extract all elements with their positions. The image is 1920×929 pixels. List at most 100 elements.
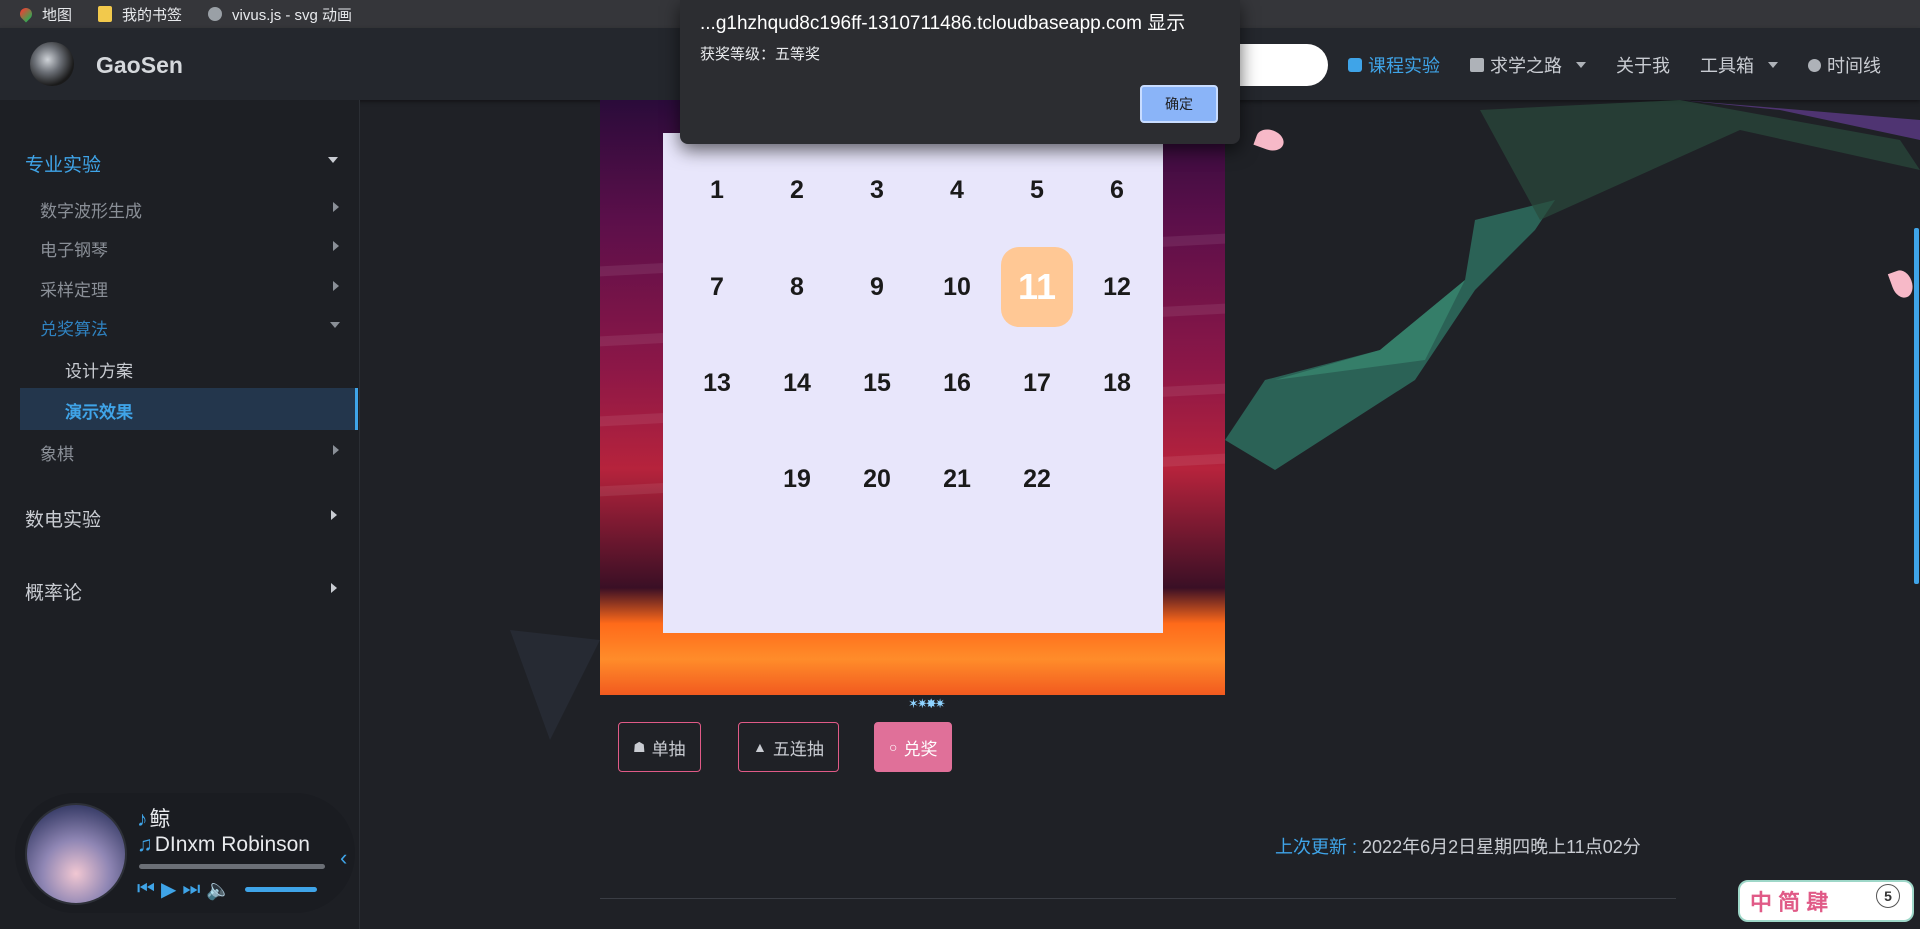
scrollbar[interactable] — [1914, 228, 1919, 584]
badge-number: 5 — [1876, 884, 1900, 908]
bookmark-label: 我的书签 — [122, 6, 183, 24]
lottery-cell: 13 — [703, 368, 731, 397]
search-icon: ○ — [889, 739, 898, 755]
bookmark-label: vivus.js - svg 动画 — [232, 6, 353, 24]
folder-icon — [98, 6, 113, 22]
lottery-cell: 10 — [943, 272, 971, 301]
lottery-cell: 8 — [790, 272, 804, 301]
lottery-cell: 3 — [870, 175, 884, 204]
sidebar-item-lottery[interactable]: 兑奖算法 — [40, 315, 108, 340]
button-label: 单抽 — [651, 739, 686, 759]
song-title: ♪鲸 — [137, 803, 171, 833]
nav-timeline[interactable]: 时间线 — [1808, 52, 1881, 78]
ok-button[interactable]: 确定 — [1140, 85, 1218, 123]
lottery-cell: 16 — [943, 368, 971, 397]
lottery-cell: 17 — [1023, 368, 1051, 397]
decorative-polygons-top — [1480, 100, 1920, 220]
site-title[interactable]: GaoSen — [96, 52, 183, 79]
updated-value: 2022年6月2日星期四晚上11点02分 — [1362, 837, 1641, 857]
chevron-right-icon — [333, 241, 339, 251]
bookmark-map[interactable]: 地图 — [17, 4, 73, 25]
chevron-right-icon — [331, 510, 337, 520]
lottery-cell: 18 — [1103, 368, 1131, 397]
lottery-board: 1 2 3 4 5 6 7 8 9 10 11 12 13 14 15 16 17 18 19 20 21 22 — [663, 133, 1163, 633]
sidebar-item-piano[interactable]: 电子钢琴 — [40, 236, 108, 261]
play-icon[interactable]: ▶ — [161, 877, 176, 902]
lottery-cell: 2 — [790, 175, 804, 204]
nav-label: 课程实验 — [1368, 56, 1440, 76]
lottery-cell: 20 — [863, 464, 891, 493]
previous-icon[interactable]: ⏮ — [137, 878, 155, 901]
map-pin-icon — [17, 5, 35, 23]
nav-toolbox[interactable]: 工具箱 — [1700, 52, 1778, 78]
book-icon — [1470, 58, 1484, 72]
button-label: 五连抽 — [772, 739, 824, 759]
last-updated: 上次更新 : 2022年6月2日星期四晚上11点02分 — [1275, 833, 1641, 859]
redeem-button[interactable]: ○ 兑奖 — [874, 722, 953, 772]
artist-line: ♫DInxm Robinson — [137, 833, 310, 857]
clock-icon — [1808, 58, 1821, 72]
nav-label: 时间线 — [1827, 56, 1881, 76]
player-controls: ⏮ ▶ ⏭ 🔈 — [137, 877, 318, 902]
lottery-cell: 5 — [1030, 175, 1044, 204]
lottery-cell: 7 — [710, 272, 724, 301]
lottery-cell: 19 — [783, 464, 811, 493]
sparkle-icon: ✶✷✸✷ — [908, 696, 946, 711]
sidebar-item-sampling[interactable]: 采样定理 — [40, 276, 108, 301]
sidebar-item-design[interactable]: 设计方案 — [65, 357, 133, 382]
lottery-cell: 12 — [1103, 272, 1131, 301]
artist-name: DInxm Robinson — [154, 833, 310, 856]
sidebar-group-digital-circuits[interactable]: 数电实验 — [25, 505, 101, 532]
chevron-down-icon — [330, 322, 340, 328]
single-draw-button[interactable]: ☗ 单抽 — [618, 722, 701, 772]
lottery-cell: 4 — [950, 175, 964, 204]
music-note-icon: ♪ — [137, 808, 148, 831]
code-icon — [1348, 58, 1362, 72]
bookmark-label: 地图 — [42, 6, 73, 24]
chevron-down-icon — [1576, 62, 1586, 68]
album-cover[interactable] — [25, 803, 127, 905]
nav-label: 工具箱 — [1700, 56, 1754, 76]
rocket-icon: ▲ — [753, 739, 767, 755]
sidebar-group-probability[interactable]: 概率论 — [25, 578, 82, 605]
nav-about[interactable]: 关于我 — [1616, 52, 1670, 78]
avatar[interactable] — [30, 42, 74, 86]
dialog-message: 获奖等级：五等奖 — [700, 46, 821, 63]
sidebar-item-waveform[interactable]: 数字波形生成 — [40, 197, 142, 222]
dialog-title: ...g1hzhqud8c196ff-1310711486.tcloudbase… — [700, 13, 1186, 34]
divider — [600, 898, 1676, 899]
badge-text: 中 简 肆 — [1750, 890, 1829, 915]
chevron-down-icon — [328, 157, 338, 163]
sidebar-group-major-experiments[interactable]: 专业实验 — [25, 150, 101, 177]
sidebar-item-chess[interactable]: 象棋 — [40, 440, 74, 465]
lottery-cell: 15 — [863, 368, 891, 397]
sidebar-item-demo[interactable]: 演示效果 — [65, 398, 133, 423]
nav-label: 关于我 — [1616, 56, 1670, 76]
globe-icon — [208, 7, 223, 21]
music-player: ♪鲸 ♫DInxm Robinson ⏮ ▶ ⏭ 🔈 — [15, 793, 355, 913]
lottery-cell: 14 — [783, 368, 811, 397]
decorative-polygons — [1225, 200, 1555, 470]
corner-badge[interactable]: 中 简 肆 5 — [1738, 880, 1914, 922]
chevron-down-icon — [1768, 62, 1778, 68]
nav-menu: 课程实验 求学之路 关于我 工具箱 时间线 — [1348, 52, 1881, 78]
next-icon[interactable]: ⏭ — [182, 878, 200, 901]
bookmark-folder[interactable]: 我的书签 — [98, 4, 182, 25]
petal-decoration — [1253, 125, 1287, 155]
nav-course-experiments[interactable]: 课程实验 — [1348, 52, 1440, 78]
collapse-player-icon[interactable]: ‹ — [340, 845, 347, 871]
progress-bar[interactable] — [139, 864, 325, 869]
alert-dialog: ...g1hzhqud8c196ff-1310711486.tcloudbase… — [680, 0, 1240, 144]
five-draw-button[interactable]: ▲ 五连抽 — [738, 722, 839, 772]
volume-icon[interactable]: 🔈 — [206, 877, 231, 902]
petal-decoration — [1887, 267, 1917, 301]
lottery-cell: 9 — [870, 272, 884, 301]
lottery-cell: 6 — [1110, 175, 1124, 204]
chevron-right-icon — [333, 445, 339, 455]
lottery-cell: 21 — [943, 464, 971, 493]
lottery-cell: 1 — [710, 175, 724, 204]
bookmark-vivus[interactable]: vivus.js - svg 动画 — [208, 4, 352, 25]
nav-study-path[interactable]: 求学之路 — [1470, 52, 1586, 78]
volume-slider[interactable] — [245, 887, 318, 892]
lottery-cell: 11 — [1001, 247, 1073, 327]
